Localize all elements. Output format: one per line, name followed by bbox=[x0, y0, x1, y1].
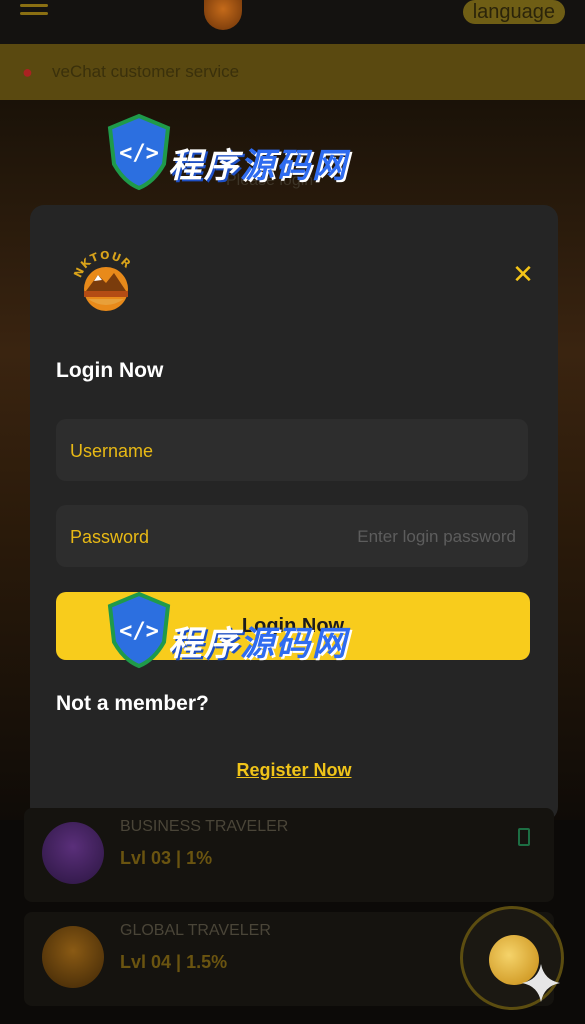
top-bar: language bbox=[0, 0, 585, 44]
tier-card-business[interactable]: BUSINESS TRAVELER Lvl 03 | 1% bbox=[24, 808, 554, 902]
modal-title: Login Now bbox=[56, 359, 164, 382]
password-field[interactable]: Password bbox=[56, 505, 528, 567]
username-field[interactable]: Username bbox=[56, 419, 528, 481]
language-button[interactable]: language bbox=[462, 0, 565, 24]
business-badge-icon bbox=[42, 822, 104, 884]
register-link[interactable]: Register Now bbox=[30, 760, 558, 781]
battery-icon bbox=[518, 828, 530, 846]
tier-level: Lvl 03 | 1% bbox=[120, 848, 213, 868]
sparkle-icon bbox=[522, 964, 560, 1002]
tier-name: GLOBAL TRAVELER bbox=[120, 922, 271, 939]
hamburger-menu-icon[interactable] bbox=[20, 4, 48, 22]
username-label: Username bbox=[70, 441, 154, 461]
site-logo[interactable] bbox=[204, 0, 242, 30]
not-member-text: Not a member? bbox=[56, 692, 209, 715]
password-input[interactable] bbox=[186, 519, 518, 555]
login-modal: NKTOUR ✕ Login Now Username Password Log… bbox=[30, 205, 558, 821]
notice-bar[interactable]: ● veChat customer service bbox=[0, 44, 585, 100]
password-label: Password bbox=[70, 527, 150, 547]
notice-text: veChat customer service bbox=[52, 62, 240, 81]
background-heading: Please login bbox=[226, 172, 314, 189]
brand-logo: NKTOUR bbox=[71, 249, 133, 311]
bell-icon: ● bbox=[22, 62, 33, 82]
tier-name: BUSINESS TRAVELER bbox=[120, 818, 289, 835]
login-button[interactable]: Login Now bbox=[56, 592, 530, 660]
tier-level: Lvl 04 | 1.5% bbox=[120, 952, 228, 972]
close-icon[interactable]: ✕ bbox=[510, 261, 536, 287]
username-input[interactable] bbox=[186, 433, 518, 469]
global-badge-icon bbox=[42, 926, 104, 988]
